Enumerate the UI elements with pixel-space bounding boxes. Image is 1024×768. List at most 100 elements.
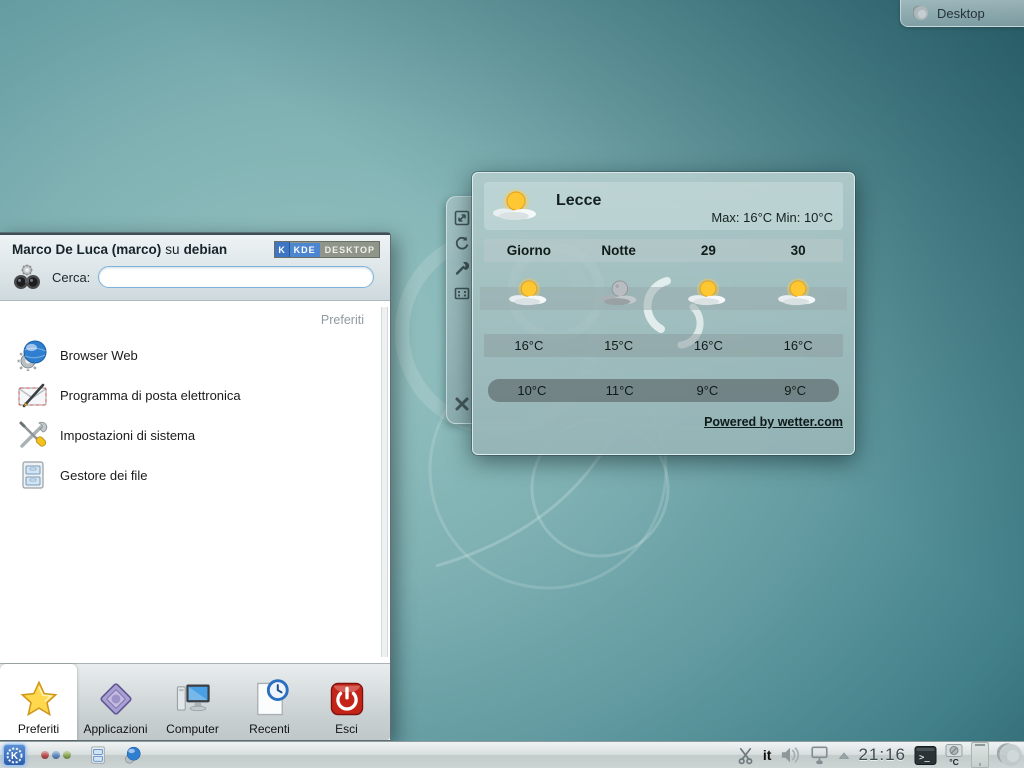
panel-widget-strip[interactable] xyxy=(971,742,989,768)
weather-day-temps-row: 16°C 15°C 16°C 16°C xyxy=(484,334,843,357)
search-input[interactable] xyxy=(98,266,374,288)
volume-icon[interactable] xyxy=(779,746,801,764)
kickoff-favorites-list: Preferiti Browser Web xyxy=(0,301,390,663)
desktop-toolbox-label: Desktop xyxy=(937,6,985,21)
sun-cloud-icon xyxy=(490,184,542,228)
search-label[interactable]: Cerca: xyxy=(52,270,90,285)
maximize-icon[interactable] xyxy=(453,284,471,302)
panel-cashew-icon[interactable] xyxy=(997,742,1023,768)
menu-item-label: Gestore dei file xyxy=(60,468,147,483)
tab-label: Esci xyxy=(335,722,358,736)
digital-clock[interactable]: 21:16 xyxy=(858,745,906,765)
blue-dot-icon xyxy=(52,751,60,759)
day-temp: 16°C xyxy=(664,338,754,353)
tab-label: Recenti xyxy=(249,722,290,736)
power-icon xyxy=(327,679,367,719)
temperature-status-icon xyxy=(945,744,963,757)
clipboard-scissors-icon[interactable] xyxy=(736,746,755,765)
menu-item-label: Programma di posta elettronica xyxy=(60,388,241,403)
menu-item-system-settings[interactable]: Impostazioni di sistema xyxy=(16,415,376,455)
kickoff-menu: Marco De Luca (marco) su debian K KDE DE… xyxy=(0,232,391,741)
night-temp: 10°C xyxy=(488,383,576,398)
sun-cloud-icon xyxy=(775,274,821,312)
rotate-icon[interactable] xyxy=(453,234,471,252)
star-icon xyxy=(19,679,59,719)
search-binoculars-icon xyxy=(12,262,42,292)
sun-cloud-icon xyxy=(506,274,552,312)
activity-dots[interactable] xyxy=(41,751,71,759)
desktop-toolbox[interactable]: Desktop xyxy=(900,0,1024,27)
weather-city: Lecce xyxy=(556,192,601,210)
menu-item-email[interactable]: Programma di posta elettronica xyxy=(16,375,376,415)
kde-logo-icon: K xyxy=(6,747,23,764)
tab-applicazioni[interactable]: Applicazioni xyxy=(77,664,154,740)
menu-item-label: Browser Web xyxy=(60,348,138,363)
svg-text:>_: >_ xyxy=(919,753,930,763)
applications-icon xyxy=(96,679,136,719)
keyboard-layout-indicator[interactable]: it xyxy=(763,747,772,763)
host-name: debian xyxy=(184,242,228,257)
weather-credit-link[interactable]: Powered by wetter.com xyxy=(704,415,843,429)
svg-text:K: K xyxy=(11,751,19,762)
badge-kde-text: KDE xyxy=(290,243,320,257)
day-temp: 16°C xyxy=(753,338,843,353)
night-temp: 11°C xyxy=(576,383,664,398)
configure-wrench-icon[interactable] xyxy=(453,259,471,277)
badge-desktop-text: DESKTOP xyxy=(320,243,375,257)
green-dot-icon xyxy=(63,751,71,759)
title-separator: su xyxy=(165,242,179,257)
kde-desktop-badge: K KDE DESKTOP xyxy=(274,241,380,258)
terminal-icon[interactable]: >_ xyxy=(914,745,937,766)
weather-col-header: 30 xyxy=(753,243,843,258)
day-temp: 16°C xyxy=(484,338,574,353)
weather-max-min: Max: 16°C Min: 10°C xyxy=(711,210,833,230)
night-temp: 9°C xyxy=(751,383,839,398)
web-browser-icon xyxy=(17,339,49,371)
kde-launcher-button[interactable]: K xyxy=(3,744,26,766)
kde-mini-logo-icon: K xyxy=(275,242,290,257)
web-browser-launcher-icon[interactable] xyxy=(123,746,142,765)
file-manager-icon xyxy=(17,459,49,491)
menu-item-file-manager[interactable]: Gestore dei file xyxy=(16,455,376,495)
network-monitor-icon[interactable] xyxy=(809,745,830,765)
recent-documents-icon xyxy=(250,679,290,719)
sun-cloud-icon xyxy=(685,274,731,312)
moon-cloud-icon xyxy=(596,274,642,312)
close-icon[interactable] xyxy=(453,395,471,413)
kickoff-tab-bar: Preferiti Applicazioni Computer xyxy=(0,663,390,740)
day-temp: 15°C xyxy=(574,338,664,353)
tab-preferiti[interactable]: Preferiti xyxy=(0,664,77,740)
tab-label: Computer xyxy=(166,722,219,736)
favorites-section-label: Preferiti xyxy=(16,309,376,335)
system-settings-icon xyxy=(17,419,49,451)
email-icon xyxy=(17,379,49,411)
weather-tray-icon[interactable]: °C xyxy=(945,744,963,767)
weather-condition-icons-row xyxy=(484,264,843,322)
tab-label: Applicazioni xyxy=(83,722,147,736)
tab-esci[interactable]: Esci xyxy=(308,664,385,740)
computer-icon xyxy=(173,679,213,719)
kickoff-header: Marco De Luca (marco) su debian K KDE DE… xyxy=(0,233,390,301)
user-name: Marco De Luca (marco) xyxy=(12,242,161,257)
red-dot-icon xyxy=(41,751,49,759)
weather-header: Lecce Max: 16°C Min: 10°C xyxy=(484,182,843,230)
tab-computer[interactable]: Computer xyxy=(154,664,231,740)
scrollbar[interactable] xyxy=(381,307,388,657)
weather-col-header: Giorno xyxy=(484,243,574,258)
weather-col-header: 29 xyxy=(664,243,754,258)
tab-label: Preferiti xyxy=(18,722,59,736)
file-manager-launcher-icon[interactable] xyxy=(88,745,108,765)
tray-expand-arrow-icon[interactable] xyxy=(838,751,850,760)
bottom-panel: K it xyxy=(0,741,1024,768)
night-temp: 9°C xyxy=(664,383,752,398)
menu-item-browser-web[interactable]: Browser Web xyxy=(16,335,376,375)
weather-night-temps-row: 10°C 11°C 9°C 9°C xyxy=(488,379,839,402)
cashew-icon xyxy=(913,5,929,21)
weather-col-header: Notte xyxy=(574,243,664,258)
resize-icon[interactable] xyxy=(453,209,471,227)
tab-recenti[interactable]: Recenti xyxy=(231,664,308,740)
weather-column-headers: Giorno Notte 29 30 xyxy=(484,239,843,262)
weather-widget[interactable]: Lecce Max: 16°C Min: 10°C Giorno Notte 2… xyxy=(472,172,855,455)
menu-item-label: Impostazioni di sistema xyxy=(60,428,195,443)
temp-unit-label: °C xyxy=(949,758,959,767)
